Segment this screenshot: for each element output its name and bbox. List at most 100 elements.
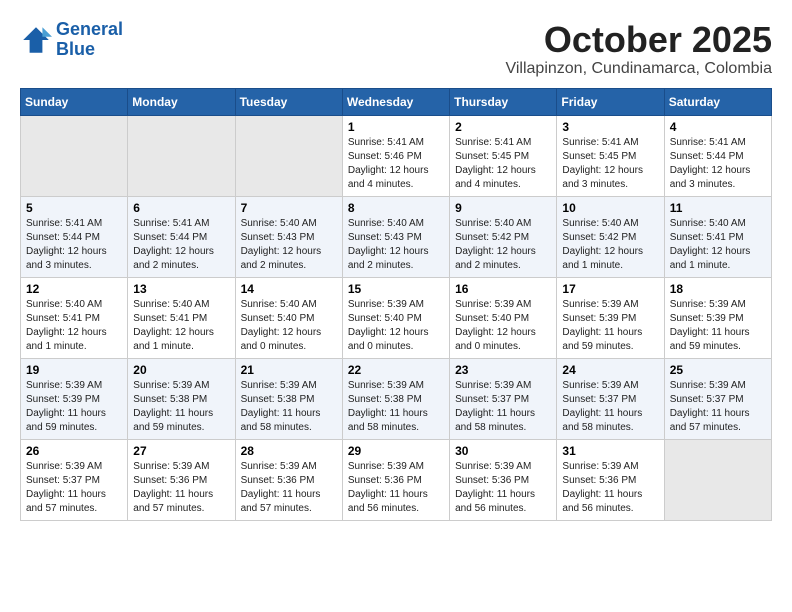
calendar-cell: 3 Sunrise: 5:41 AM Sunset: 5:45 PM Daylig… xyxy=(557,115,664,196)
calendar-cell: 12 Sunrise: 5:40 AM Sunset: 5:41 PM Dayli… xyxy=(21,277,128,358)
day-number: 8 xyxy=(348,201,444,215)
day-detail: Sunrise: 5:39 AM Sunset: 5:37 PM Dayligh… xyxy=(562,379,658,435)
page-title: October 2025 xyxy=(505,20,772,60)
calendar-cell xyxy=(128,115,235,196)
day-of-week-header: Friday xyxy=(557,88,664,115)
day-number: 9 xyxy=(455,201,551,215)
logo-text: General Blue xyxy=(56,20,123,60)
day-detail: Sunrise: 5:39 AM Sunset: 5:36 PM Dayligh… xyxy=(241,460,337,516)
calendar-cell: 29 Sunrise: 5:39 AM Sunset: 5:36 PM Dayli… xyxy=(342,439,449,520)
calendar-cell xyxy=(664,439,771,520)
calendar-cell: 17 Sunrise: 5:39 AM Sunset: 5:39 PM Dayli… xyxy=(557,277,664,358)
page-subtitle: Villapinzon, Cundinamarca, Colombia xyxy=(505,60,772,78)
day-number: 4 xyxy=(670,120,766,134)
calendar-cell: 22Sunrise: 5:39 AM Sunset: 5:38 PM Dayli… xyxy=(342,358,449,439)
day-number: 23 xyxy=(455,363,551,377)
day-number: 25 xyxy=(670,363,766,377)
day-number: 6 xyxy=(133,201,229,215)
day-detail: Sunrise: 5:39 AM Sunset: 5:39 PM Dayligh… xyxy=(26,379,122,435)
calendar-cell: 5 Sunrise: 5:41 AM Sunset: 5:44 PM Daylig… xyxy=(21,196,128,277)
page-header: General Blue October 2025 Villapinzon, C… xyxy=(20,20,772,78)
calendar-cell: 1 Sunrise: 5:41 AM Sunset: 5:46 PM Daylig… xyxy=(342,115,449,196)
day-detail: Sunrise: 5:40 AM Sunset: 5:40 PM Dayligh… xyxy=(241,298,337,354)
calendar-cell: 21 Sunrise: 5:39 AM Sunset: 5:38 PM Dayli… xyxy=(235,358,342,439)
calendar-cell: 4 Sunrise: 5:41 AM Sunset: 5:44 PM Daylig… xyxy=(664,115,771,196)
calendar-cell: 16Sunrise: 5:39 AM Sunset: 5:40 PM Dayli… xyxy=(450,277,557,358)
day-detail: Sunrise: 5:39 AM Sunset: 5:37 PM Dayligh… xyxy=(26,460,122,516)
day-detail: Sunrise: 5:39 AM Sunset: 5:36 PM Dayligh… xyxy=(455,460,551,516)
day-detail: Sunrise: 5:39 AM Sunset: 5:37 PM Dayligh… xyxy=(455,379,551,435)
day-detail: Sunrise: 5:41 AM Sunset: 5:44 PM Dayligh… xyxy=(26,217,122,273)
day-detail: Sunrise: 5:39 AM Sunset: 5:36 PM Dayligh… xyxy=(348,460,444,516)
day-number: 14 xyxy=(241,282,337,296)
day-detail: Sunrise: 5:39 AM Sunset: 5:40 PM Dayligh… xyxy=(455,298,551,354)
day-number: 5 xyxy=(26,201,122,215)
day-number: 24 xyxy=(562,363,658,377)
day-number: 30 xyxy=(455,444,551,458)
calendar-cell: 14 Sunrise: 5:40 AM Sunset: 5:40 PM Dayli… xyxy=(235,277,342,358)
day-number: 13 xyxy=(133,282,229,296)
day-detail: Sunrise: 5:39 AM Sunset: 5:37 PM Dayligh… xyxy=(670,379,766,435)
calendar-cell: 26 Sunrise: 5:39 AM Sunset: 5:37 PM Dayli… xyxy=(21,439,128,520)
day-number: 18 xyxy=(670,282,766,296)
day-detail: Sunrise: 5:41 AM Sunset: 5:44 PM Dayligh… xyxy=(670,136,766,192)
calendar-cell xyxy=(21,115,128,196)
day-detail: Sunrise: 5:40 AM Sunset: 5:42 PM Dayligh… xyxy=(455,217,551,273)
day-detail: Sunrise: 5:40 AM Sunset: 5:41 PM Dayligh… xyxy=(133,298,229,354)
day-number: 26 xyxy=(26,444,122,458)
calendar-cell: 13 Sunrise: 5:40 AM Sunset: 5:41 PM Dayli… xyxy=(128,277,235,358)
day-number: 29 xyxy=(348,444,444,458)
day-detail: Sunrise: 5:41 AM Sunset: 5:45 PM Dayligh… xyxy=(562,136,658,192)
day-number: 10 xyxy=(562,201,658,215)
day-of-week-header: Sunday xyxy=(21,88,128,115)
day-number: 11 xyxy=(670,201,766,215)
calendar-cell: 7 Sunrise: 5:40 AM Sunset: 5:43 PM Daylig… xyxy=(235,196,342,277)
day-number: 21 xyxy=(241,363,337,377)
day-of-week-header: Monday xyxy=(128,88,235,115)
calendar-cell: 8 Sunrise: 5:40 AM Sunset: 5:43 PM Daylig… xyxy=(342,196,449,277)
calendar-cell: 28 Sunrise: 5:39 AM Sunset: 5:36 PM Dayli… xyxy=(235,439,342,520)
day-of-week-header: Saturday xyxy=(664,88,771,115)
day-number: 1 xyxy=(348,120,444,134)
day-detail: Sunrise: 5:41 AM Sunset: 5:46 PM Dayligh… xyxy=(348,136,444,192)
calendar-cell: 25 Sunrise: 5:39 AM Sunset: 5:37 PM Dayli… xyxy=(664,358,771,439)
title-block: October 2025 Villapinzon, Cundinamarca, … xyxy=(505,20,772,78)
calendar-cell: 15 Sunrise: 5:39 AM Sunset: 5:40 PM Dayli… xyxy=(342,277,449,358)
calendar-cell: 24 Sunrise: 5:39 AM Sunset: 5:37 PM Dayli… xyxy=(557,358,664,439)
calendar-cell: 10Sunrise: 5:40 AM Sunset: 5:42 PM Dayli… xyxy=(557,196,664,277)
day-number: 22 xyxy=(348,363,444,377)
day-number: 28 xyxy=(241,444,337,458)
day-detail: Sunrise: 5:40 AM Sunset: 5:41 PM Dayligh… xyxy=(26,298,122,354)
day-detail: Sunrise: 5:39 AM Sunset: 5:38 PM Dayligh… xyxy=(133,379,229,435)
day-detail: Sunrise: 5:39 AM Sunset: 5:40 PM Dayligh… xyxy=(348,298,444,354)
day-number: 2 xyxy=(455,120,551,134)
day-number: 20 xyxy=(133,363,229,377)
day-number: 12 xyxy=(26,282,122,296)
calendar-cell: 30 Sunrise: 5:39 AM Sunset: 5:36 PM Dayli… xyxy=(450,439,557,520)
day-detail: Sunrise: 5:40 AM Sunset: 5:43 PM Dayligh… xyxy=(241,217,337,273)
day-number: 17 xyxy=(562,282,658,296)
day-detail: Sunrise: 5:39 AM Sunset: 5:39 PM Dayligh… xyxy=(562,298,658,354)
calendar-cell: 31Sunrise: 5:39 AM Sunset: 5:36 PM Dayli… xyxy=(557,439,664,520)
day-detail: Sunrise: 5:39 AM Sunset: 5:36 PM Dayligh… xyxy=(133,460,229,516)
day-of-week-header: Tuesday xyxy=(235,88,342,115)
day-detail: Sunrise: 5:40 AM Sunset: 5:43 PM Dayligh… xyxy=(348,217,444,273)
calendar-cell: 23 Sunrise: 5:39 AM Sunset: 5:37 PM Dayli… xyxy=(450,358,557,439)
day-detail: Sunrise: 5:40 AM Sunset: 5:41 PM Dayligh… xyxy=(670,217,766,273)
calendar-table: SundayMondayTuesdayWednesdayThursdayFrid… xyxy=(20,88,772,521)
calendar-cell: 19Sunrise: 5:39 AM Sunset: 5:39 PM Dayli… xyxy=(21,358,128,439)
calendar-cell xyxy=(235,115,342,196)
day-number: 31 xyxy=(562,444,658,458)
day-of-week-header: Wednesday xyxy=(342,88,449,115)
calendar-cell: 9 Sunrise: 5:40 AM Sunset: 5:42 PM Daylig… xyxy=(450,196,557,277)
calendar-cell: 27 Sunrise: 5:39 AM Sunset: 5:36 PM Dayli… xyxy=(128,439,235,520)
calendar-cell: 20 Sunrise: 5:39 AM Sunset: 5:38 PM Dayli… xyxy=(128,358,235,439)
day-number: 15 xyxy=(348,282,444,296)
day-detail: Sunrise: 5:39 AM Sunset: 5:38 PM Dayligh… xyxy=(241,379,337,435)
day-detail: Sunrise: 5:39 AM Sunset: 5:39 PM Dayligh… xyxy=(670,298,766,354)
calendar-cell: 11 Sunrise: 5:40 AM Sunset: 5:41 PM Dayli… xyxy=(664,196,771,277)
day-number: 27 xyxy=(133,444,229,458)
day-number: 3 xyxy=(562,120,658,134)
day-number: 7 xyxy=(241,201,337,215)
calendar-cell: 2Sunrise: 5:41 AM Sunset: 5:45 PM Daylig… xyxy=(450,115,557,196)
